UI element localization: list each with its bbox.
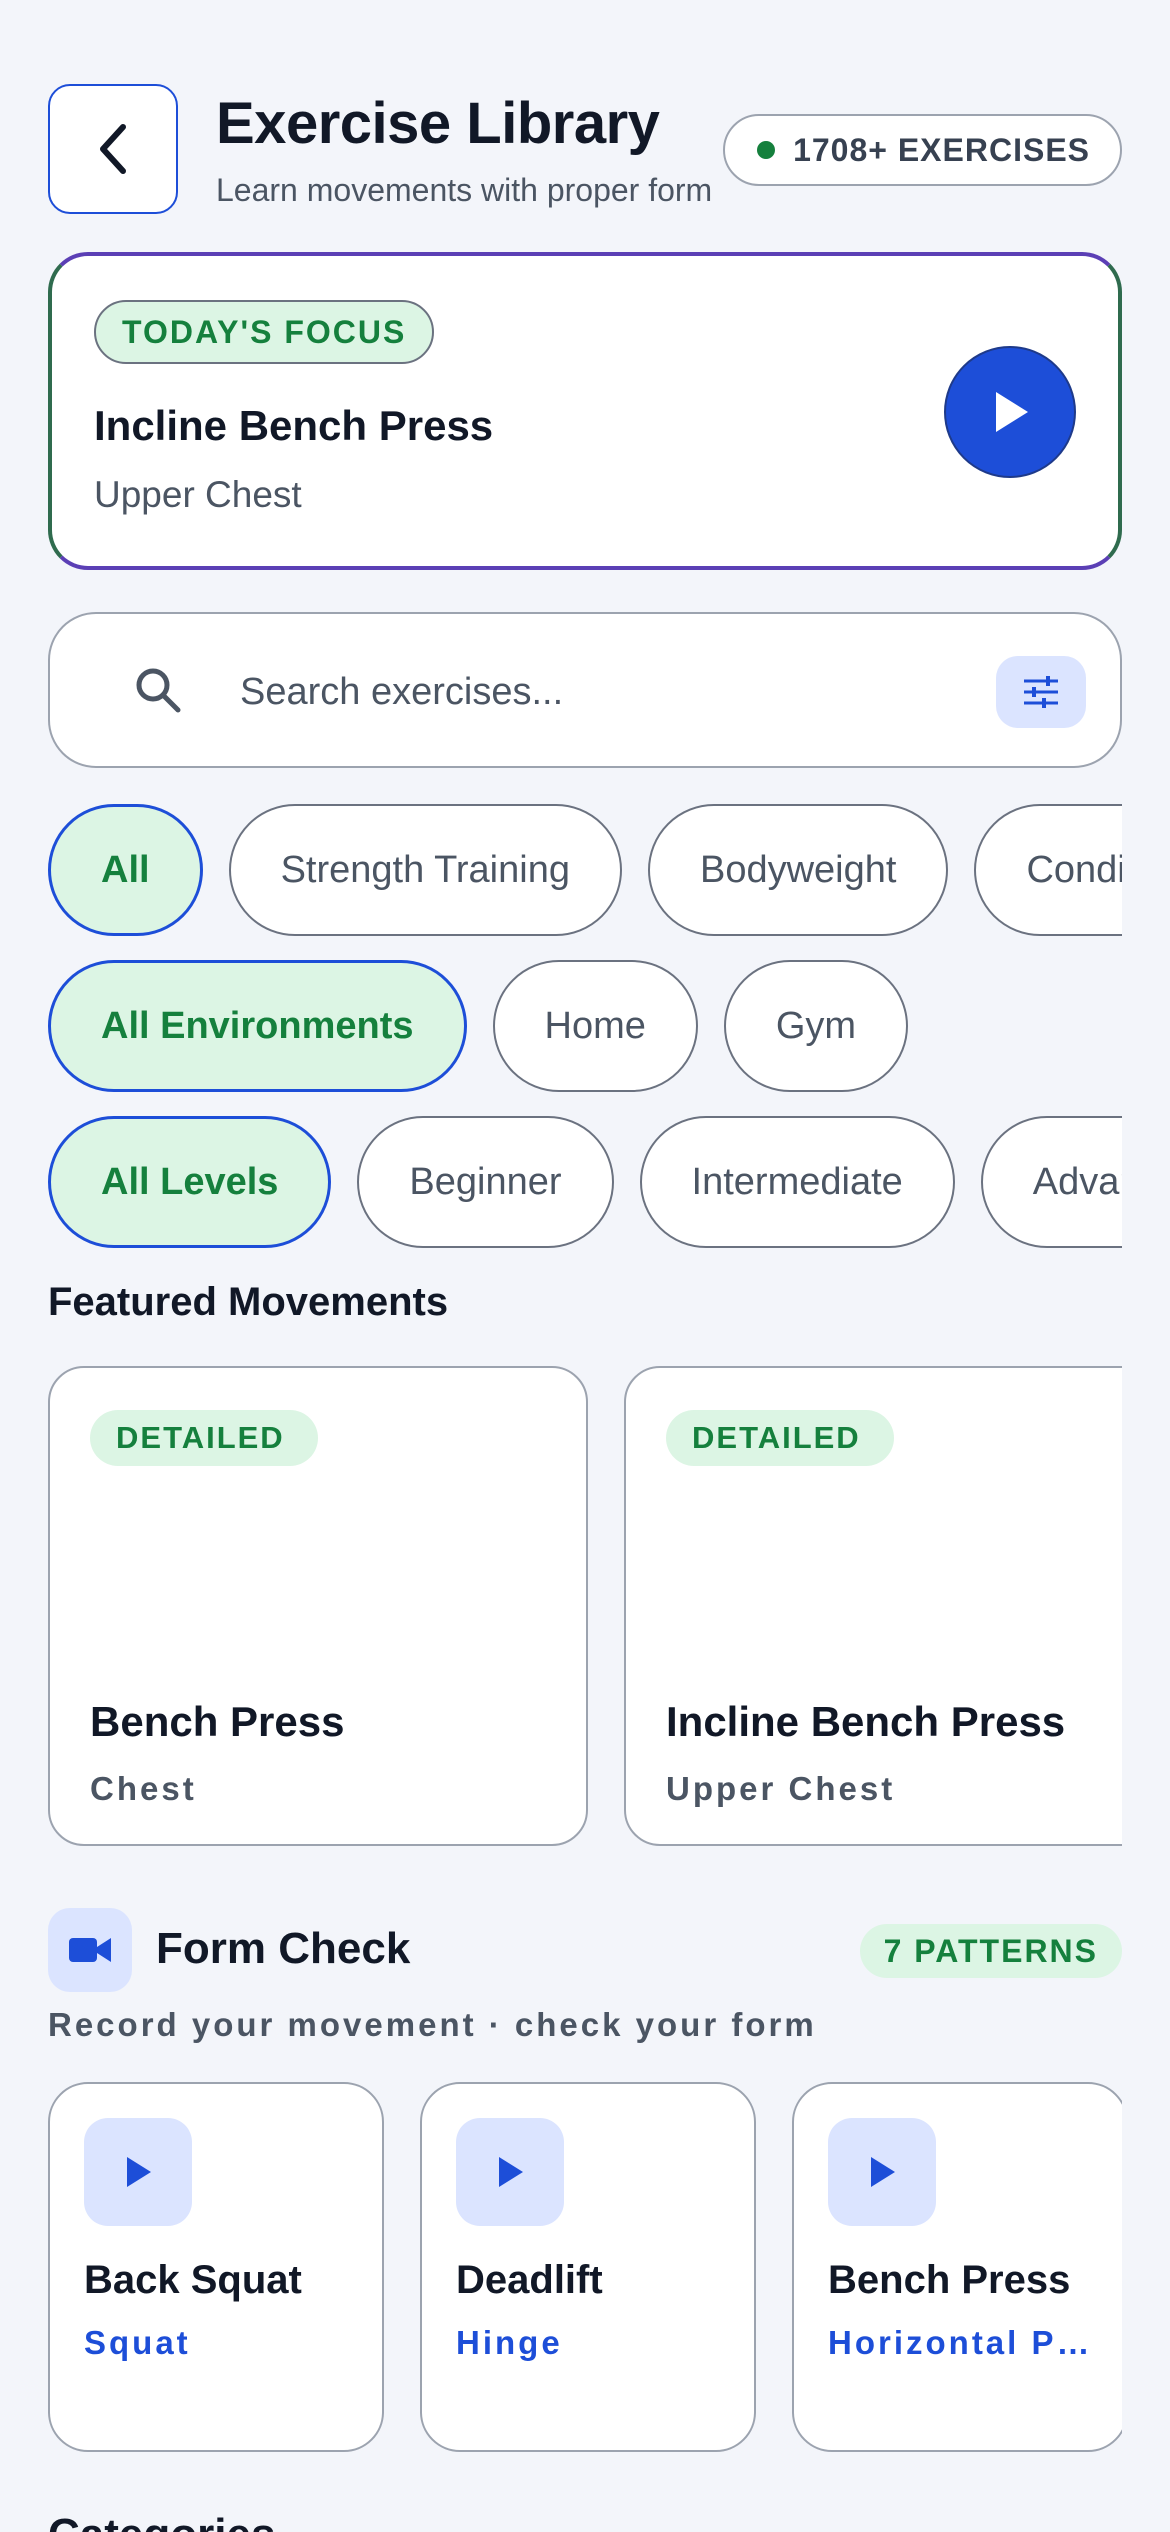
pattern-play-button[interactable] [828,2118,936,2226]
back-button[interactable] [48,84,178,214]
exercise-count-label: 1708+ EXERCISES [793,131,1090,168]
chip-env-all[interactable]: All Environments [48,960,467,1092]
featured-card-muscle: Upper Chest [666,1770,896,1807]
featured-card-tag: DETAILED [90,1410,318,1466]
chip-type-conditioning[interactable]: Conditioning [974,804,1122,936]
todays-focus-card[interactable]: TODAY'S FOCUS Incline Bench Press Upper … [48,252,1122,570]
page-title: Exercise Library [216,91,660,156]
page-header: Exercise Library Learn movements with pr… [48,82,1122,214]
play-icon [871,2157,895,2187]
pattern-play-button[interactable] [84,2118,192,2226]
search-icon [136,668,181,713]
pattern-type: Horizontal Push [828,2324,1098,2361]
sliders-icon [1024,676,1058,708]
form-check-title: Form Check [156,1924,411,1973]
level-filter-row: All Levels Beginner Intermediate Advance… [48,1116,1122,1248]
pattern-card[interactable]: Bench Press Horizontal Push [792,2082,1122,2452]
chevron-left-icon [100,124,126,174]
featured-card[interactable]: DETAILED Bench Press Chest [48,1366,588,1846]
pattern-type: Squat [84,2324,191,2361]
featured-section-title: Featured Movements [48,1280,449,1324]
focus-badge: TODAY'S FOCUS [94,300,435,364]
form-check-subtitle: Record your movement · check your form [48,2006,817,2043]
featured-card[interactable]: DETAILED Incline Bench Press Upper Chest [624,1366,1122,1846]
pattern-card[interactable]: Back Squat Squat [48,2082,384,2452]
pattern-name: Back Squat [84,2258,302,2302]
play-icon [996,392,1028,432]
search-bar [48,612,1122,768]
chip-env-gym[interactable]: Gym [723,960,909,1092]
featured-card-tag: DETAILED [666,1410,894,1466]
pattern-name: Deadlift [456,2258,603,2302]
filter-button[interactable] [996,656,1086,728]
video-camera-icon [69,1938,111,1962]
chip-type-strength[interactable]: Strength Training [228,804,622,936]
pattern-play-button[interactable] [456,2118,564,2226]
focus-play-button[interactable] [944,346,1076,478]
pattern-type: Hinge [456,2324,563,2361]
patterns-count-badge: 7 PATTERNS [859,1924,1122,1978]
search-input[interactable] [240,654,1000,730]
pattern-card[interactable]: Deadlift Hinge [420,2082,756,2452]
categories-section-title: Categories [48,2510,275,2532]
status-dot-icon [757,141,776,159]
page-subtitle: Learn movements with proper form [216,172,713,208]
form-check-icon-tile [48,1908,132,1992]
chip-type-bodyweight[interactable]: Bodyweight [647,804,949,936]
play-icon [499,2157,523,2187]
featured-card-name: Incline Bench Press [666,1698,1066,1745]
chip-level-beginner[interactable]: Beginner [357,1116,614,1248]
focus-muscle-group: Upper Chest [94,474,302,515]
featured-card-name: Bench Press [90,1698,345,1745]
chip-level-all[interactable]: All Levels [48,1116,332,1248]
focus-exercise-name: Incline Bench Press [94,402,494,449]
play-icon [127,2157,151,2187]
chip-level-advanced[interactable]: Advanced [980,1116,1122,1248]
pattern-carousel[interactable]: Back Squat Squat Deadlift Hinge Bench Pr… [48,2082,1122,2454]
chip-type-all[interactable]: All [48,804,203,936]
featured-card-muscle: Chest [90,1770,197,1807]
environment-filter-row: All Environments Home Gym [48,960,1122,1092]
chip-env-home[interactable]: Home [492,960,698,1092]
exercise-count-badge: 1708+ EXERCISES [723,114,1122,186]
chip-level-intermediate[interactable]: Intermediate [639,1116,955,1248]
type-filter-row: All Strength Training Bodyweight Conditi… [48,804,1122,936]
featured-carousel[interactable]: DETAILED Bench Press Chest DETAILED Incl… [48,1366,1122,1848]
pattern-name: Bench Press [828,2258,1071,2302]
